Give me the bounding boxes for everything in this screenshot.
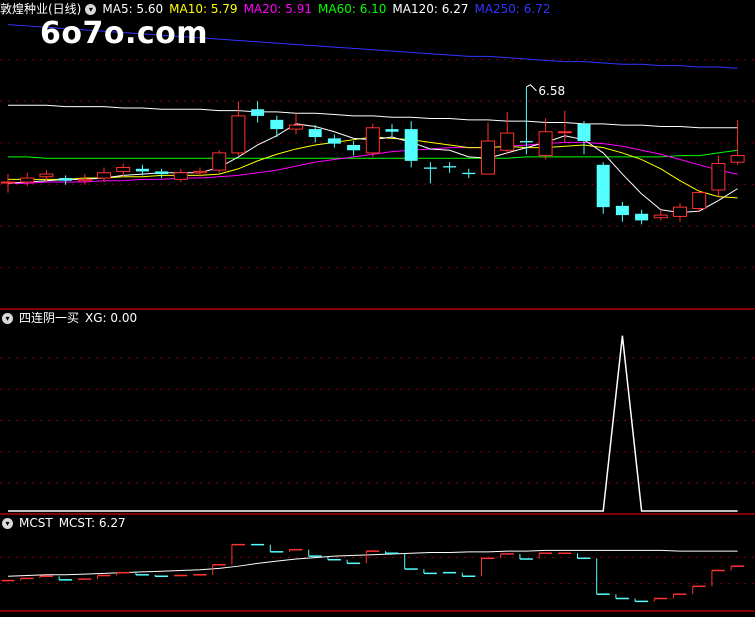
- mcst-panel-header: ▾ MCST MCST: 6.27: [0, 514, 132, 532]
- mcst-settings-icon[interactable]: ▾: [2, 517, 13, 529]
- candle-body: [404, 129, 418, 161]
- candle-body: [116, 166, 131, 172]
- mcst-value-label: MCST: 6.27: [58, 516, 126, 530]
- candle-body: [251, 109, 265, 116]
- indicator-panel-header: ▾ 四连阴一买 XG: 0.00: [0, 309, 143, 327]
- candle-body: [289, 124, 303, 130]
- candle-body: [711, 163, 726, 191]
- ma20-label: MA20: 5.91: [243, 2, 312, 16]
- high-marker-line: [526, 84, 537, 92]
- ma120-label: MA120: 6.27: [392, 2, 469, 16]
- candle-body: [653, 214, 668, 219]
- candle-body: [193, 170, 207, 174]
- candle-body: [596, 164, 610, 208]
- candle-body: [327, 138, 341, 144]
- candle-body: [385, 129, 399, 132]
- chart-stage: 6.58 敦煌种业(日线) ▾ MA5: 5.60 MA10: 5.79 MA2…: [0, 0, 755, 613]
- candle-body: [20, 177, 35, 183]
- candle-body: [615, 205, 629, 216]
- candle-body: [538, 131, 553, 157]
- candle-body: [462, 172, 476, 175]
- candle-body: [347, 144, 361, 151]
- candle-body: [77, 178, 92, 182]
- candle-body: [692, 192, 707, 209]
- candle-body: [577, 123, 591, 142]
- candle-body: [39, 173, 54, 178]
- candle-body: [155, 171, 169, 175]
- ma250-label: MA250: 6.72: [474, 2, 551, 16]
- candle-body: [231, 115, 246, 154]
- candle-body: [500, 132, 515, 151]
- candle-body: [635, 213, 649, 221]
- candle-body: [1, 181, 15, 184]
- candle-body: [557, 131, 572, 134]
- candle-body: [308, 129, 322, 138]
- candle-body: [423, 167, 437, 169]
- candle-body: [673, 206, 687, 217]
- candle-body: [730, 155, 745, 163]
- xg-value-label: XG: 0.00: [85, 311, 138, 325]
- candle-body: [173, 172, 188, 180]
- candle-body: [135, 168, 149, 172]
- candle-body: [59, 178, 73, 181]
- candle-body: [519, 141, 533, 143]
- candle-body: [365, 127, 380, 154]
- settings-toggle-icon[interactable]: ▾: [85, 3, 97, 15]
- mcst-name[interactable]: MCST: [19, 514, 53, 532]
- candle-body: [97, 172, 111, 179]
- xg-line: [8, 335, 738, 512]
- high-marker-label: 6.58: [538, 84, 565, 98]
- indicator-settings-icon[interactable]: ▾: [2, 312, 13, 324]
- ma60-label: MA60: 6.10: [318, 2, 387, 16]
- candle-body: [270, 119, 284, 130]
- indicator-name[interactable]: 四连阴一买: [19, 309, 79, 327]
- candle-body: [212, 152, 227, 171]
- candle-body: [481, 140, 495, 175]
- watermark-logo: 6o7o.com: [40, 16, 209, 51]
- candle-body: [443, 166, 457, 168]
